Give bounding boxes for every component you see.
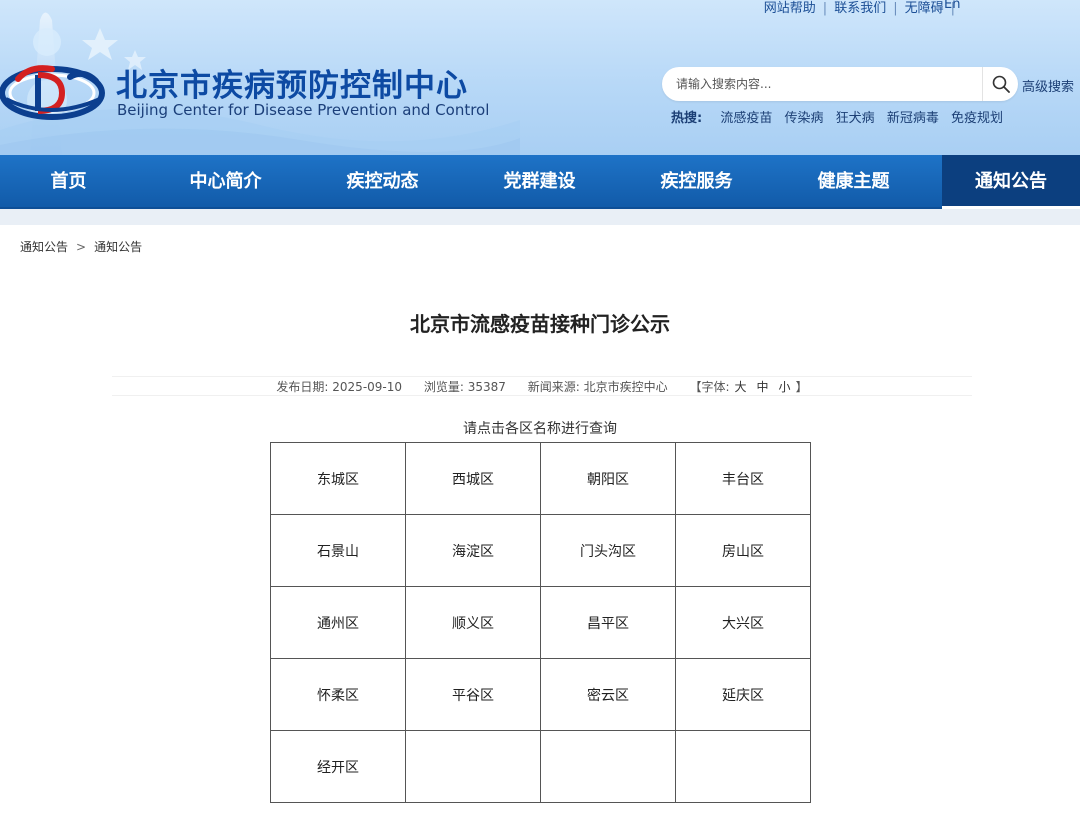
- nav-item-health[interactable]: 健康主题: [785, 155, 922, 209]
- table-row: 东城区 西城区 朝阳区 丰台区: [270, 442, 811, 515]
- help-link[interactable]: 网站帮助: [764, 0, 816, 16]
- hot-search-item[interactable]: 狂犬病: [836, 111, 875, 126]
- font-small-button[interactable]: 小: [779, 380, 791, 394]
- search-icon: [992, 75, 1010, 93]
- district-cell[interactable]: 平谷区: [405, 658, 541, 731]
- district-cell[interactable]: 密云区: [540, 658, 676, 731]
- hot-search-item[interactable]: 免疫规划: [951, 111, 1003, 126]
- site-header: 网站帮助 | 联系我们 | 无障碍 | En 北京市疾病预防控制中心 Beijing Ce…: [0, 0, 1080, 155]
- hot-search-label: 热搜:: [671, 111, 703, 126]
- empty-cell: [540, 730, 676, 803]
- search-box: [662, 67, 1018, 101]
- date-label: 发布日期:: [276, 380, 329, 394]
- site-title-cn[interactable]: 北京市疾病预防控制中心: [116, 60, 468, 105]
- search-button[interactable]: [982, 67, 1018, 101]
- district-table: 东城区 西城区 朝阳区 丰台区 石景山 海淀区 门头沟区 房山区 通州区 顺义区…: [270, 442, 811, 803]
- district-cell[interactable]: 怀柔区: [270, 658, 406, 731]
- news-source: 北京市疾控中心: [583, 380, 668, 394]
- font-medium-button[interactable]: 中: [757, 380, 769, 394]
- link-separator: |: [893, 1, 898, 16]
- nav-item-notices[interactable]: 通知公告: [942, 155, 1080, 209]
- district-cell[interactable]: 朝阳区: [540, 442, 676, 515]
- font-large-button[interactable]: 大: [735, 380, 747, 394]
- hot-search-item[interactable]: 新冠病毒: [887, 111, 939, 126]
- district-cell[interactable]: 西城区: [405, 442, 541, 515]
- district-cell[interactable]: 海淀区: [405, 514, 541, 587]
- district-cell[interactable]: 石景山: [270, 514, 406, 587]
- district-cell[interactable]: 丰台区: [675, 442, 811, 515]
- article-meta: 发布日期: 2025-09-10 浏览量: 35387 新闻来源: 北京市疾控中…: [112, 376, 972, 396]
- article-meta-text: 发布日期: 2025-09-10 浏览量: 35387 新闻来源: 北京市疾控中…: [112, 377, 972, 397]
- nav-sub-bar: [0, 209, 1080, 225]
- district-cell[interactable]: 房山区: [675, 514, 811, 587]
- table-row: 通州区 顺义区 昌平区 大兴区: [270, 586, 811, 659]
- site-title-en: Beijing Center for Disease Prevention an…: [117, 101, 490, 119]
- breadcrumb: 通知公告 > 通知公告: [20, 238, 142, 255]
- hot-search-item[interactable]: 流感疫苗: [720, 111, 772, 126]
- nav-item-services[interactable]: 疾控服务: [628, 155, 765, 209]
- hot-search: 热搜: 流感疫苗 传染病 狂犬病 新冠病毒 免疫规划: [671, 107, 1011, 126]
- top-utility-links: 网站帮助 | 联系我们 | 无障碍 |: [764, 0, 962, 16]
- publish-date: 2025-09-10: [332, 380, 403, 394]
- district-cell[interactable]: 门头沟区: [540, 514, 676, 587]
- font-size-label: 【字体:: [689, 380, 730, 394]
- contact-link[interactable]: 联系我们: [834, 0, 886, 16]
- nav-item-home[interactable]: 首页: [0, 155, 137, 209]
- link-separator: |: [822, 1, 828, 16]
- district-cell[interactable]: 通州区: [270, 586, 406, 659]
- table-row: 经开区: [270, 730, 811, 803]
- district-cell[interactable]: 顺义区: [405, 586, 541, 659]
- table-row: 石景山 海淀区 门头沟区 房山区: [270, 514, 811, 587]
- district-cell[interactable]: 延庆区: [675, 658, 811, 731]
- district-cell[interactable]: 东城区: [270, 442, 406, 515]
- breadcrumb-item[interactable]: 通知公告: [20, 240, 68, 254]
- accessibility-link[interactable]: 无障碍: [905, 0, 944, 16]
- district-cell[interactable]: 昌平区: [540, 586, 676, 659]
- nav-item-party[interactable]: 党群建设: [471, 155, 608, 209]
- page-title: 北京市流感疫苗接种门诊公示: [410, 312, 670, 336]
- nav-item-news[interactable]: 疾控动态: [314, 155, 451, 209]
- views-label: 浏览量:: [423, 380, 464, 394]
- search-input[interactable]: [676, 67, 976, 101]
- district-cell[interactable]: 大兴区: [675, 586, 811, 659]
- district-cell[interactable]: 经开区: [270, 730, 406, 803]
- cdc-logo-icon[interactable]: [0, 55, 110, 125]
- empty-cell: [405, 730, 541, 803]
- table-instruction: 请点击各区名称进行查询: [463, 421, 617, 437]
- breadcrumb-item[interactable]: 通知公告: [94, 240, 142, 254]
- table-row: 怀柔区 平谷区 密云区 延庆区: [270, 658, 811, 731]
- english-link[interactable]: En: [944, 0, 960, 12]
- nav-item-about[interactable]: 中心简介: [157, 155, 294, 209]
- empty-cell: [675, 730, 811, 803]
- breadcrumb-separator: >: [76, 240, 87, 254]
- advanced-search-link[interactable]: 高级搜索: [1022, 76, 1074, 95]
- font-size-close: 】: [795, 380, 808, 394]
- hot-search-item[interactable]: 传染病: [785, 111, 824, 126]
- view-count: 35387: [467, 380, 506, 394]
- source-label: 新闻来源:: [527, 380, 580, 394]
- main-nav: 首页 中心简介 疾控动态 党群建设 疾控服务 健康主题 通知公告: [0, 155, 1080, 209]
